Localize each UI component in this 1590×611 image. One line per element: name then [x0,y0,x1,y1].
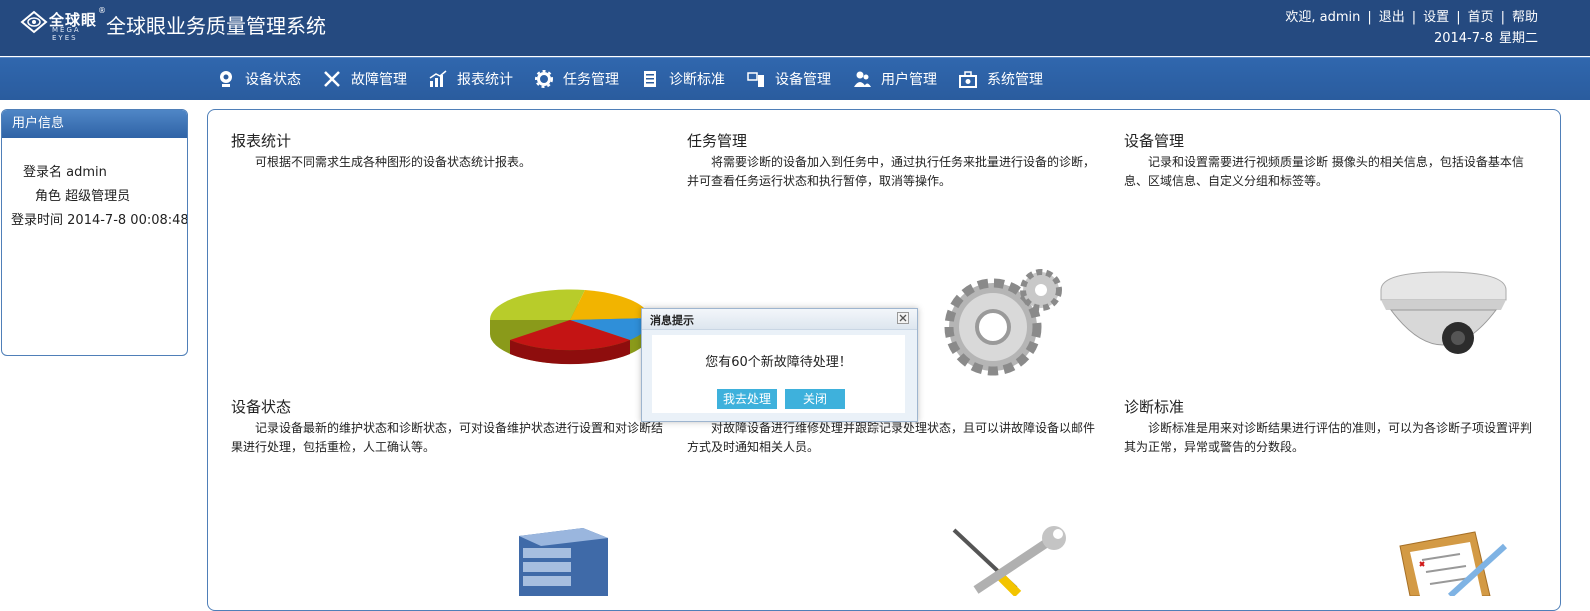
card-title: 报表统计 [231,132,292,150]
top-header: 全球眼 MEGA EYES ® 全球眼业务质量管理系统 欢迎, admin | 退出… [0,0,1590,56]
book-icon [644,71,656,87]
login-name-row: 登录名 admin [23,161,107,180]
logo-subtext: MEGA EYES [52,26,81,42]
close-icon[interactable] [897,312,909,324]
nav-item-label: 故障管理 [351,72,407,88]
role-row: 角色 超级管理员 [35,185,130,204]
dome-camera-image[interactable] [1376,270,1511,370]
registered-mark: ® [98,6,106,15]
nav-item-label: 任务管理 [563,72,619,88]
card-description: 将需要诊断的设备加入到任务中，通过执行任务来批量进行设备的诊断，并可查看任务运行… [687,155,1096,188]
help-link[interactable]: 帮助 [1512,10,1538,25]
card-description: 对故障设备进行维修处理并跟踪记录处理状态，且可以讲故障设备以邮件方式及时通知相关… [687,421,1096,454]
date-display: 2014-7-8 星期二 [1434,27,1538,46]
tools-icon [324,71,340,87]
card-description: 可根据不同需求生成各种图形的设备状态统计报表。 [255,155,532,169]
dialog-title: 消息提示 [650,314,694,327]
card-report-statistics[interactable]: 报表统计 可根据不同需求生成各种图形的设备状态统计报表。 [231,130,651,172]
card-task-management[interactable]: 任务管理 将需要诊断的设备加入到任务中，通过执行任务来批量进行设备的诊断，并可查… [687,130,1097,191]
card-title: 诊断标准 [1124,398,1185,416]
nav-item-label: 系统管理 [987,72,1043,88]
gear-icon [535,70,553,88]
welcome-text: 欢迎, admin [1285,10,1361,25]
app-title: 全球眼业务质量管理系统 [106,14,326,38]
login-name-label: 登录名 [23,165,63,180]
nav-item-task-management[interactable]: 任务管理 [535,69,619,89]
separator: | [1411,10,1417,25]
eye-logo-icon [20,10,48,34]
nav-item-user-management[interactable]: 用户管理 [853,69,937,89]
clipboard-image[interactable] [1380,526,1510,596]
card-diagnosis-standard[interactable]: 诊断标准 诊断标准是用来对诊断结果进行评估的准则，可以为各诊断子项设置评判其为正… [1124,396,1534,457]
nav-item-fault-management[interactable]: 故障管理 [323,69,407,89]
card-device-status[interactable]: 设备状态 记录设备最新的维护状态和诊断状态，可对设备维护状态进行设置和对诊断结果… [231,396,663,457]
main-nav: 设备状态 故障管理 报表统计 任务管理 诊断标准 设备管理 用户管理 系统管理 [0,57,1590,100]
wrench-screwdriver-image[interactable] [946,526,1071,596]
separator: | [1367,10,1372,25]
current-date: 2014-7-8 [1433,31,1493,46]
login-time-value: 2014-7-8 00:08:48 [67,213,188,228]
login-time-label: 登录时间 [11,213,64,228]
card-title: 设备状态 [231,398,292,416]
card-description: 记录设备最新的维护状态和诊断状态，可对设备维护状态进行设置和对诊断结果进行处理，… [231,421,664,454]
handle-now-button[interactable]: 我去处理 [717,389,777,409]
separator: | [1500,10,1505,25]
role-value: 超级管理员 [65,189,131,204]
nav-item-label: 设备管理 [775,72,831,88]
close-button[interactable]: 关闭 [785,389,845,409]
card-device-management[interactable]: 设备管理 记录和设置需要进行视频质量诊断 摄像头的相关信息，包括设备基本信息、区… [1124,130,1534,191]
dialog-titlebar: 消息提示 [642,309,917,330]
user-links: 欢迎, admin | 退出 | 设置 | 首页 | 帮助 [1285,6,1538,25]
nav-item-device-management[interactable]: 设备管理 [747,69,831,89]
app-logo: 全球眼 MEGA EYES ® [20,6,106,42]
role-label: 角色 [35,189,62,204]
nav-item-label: 诊断标准 [669,72,725,88]
separator: | [1456,10,1461,25]
nav-item-label: 用户管理 [881,72,937,88]
server-image[interactable] [513,526,608,596]
toolbox-icon [959,71,977,88]
chart-icon [429,70,447,87]
user-info-panel: 用户信息 登录名 admin 角色 超级管理员 登录时间 2014-7-8 00… [1,109,188,356]
nav-item-system-management[interactable]: 系统管理 [959,69,1043,89]
nav-item-device-status[interactable]: 设备状态 [217,69,301,89]
users-icon [854,71,871,87]
dialog-message: 您有60个新故障待处理！ [705,355,852,370]
login-time-row: 登录时间 2014-7-8 00:08:48 [11,209,188,228]
home-link[interactable]: 首页 [1468,10,1494,25]
camera-icon [747,72,764,87]
card-title: 设备管理 [1124,132,1185,150]
card-description: 记录和设置需要进行视频质量诊断 摄像头的相关信息，包括设备基本信息、区域信息、自… [1124,155,1524,188]
message-dialog: 消息提示 您有60个新故障待处理！ 我去处理 关闭 [641,308,918,422]
dialog-body: 您有60个新故障待处理！ 我去处理 关闭 [652,335,905,413]
webcam-icon [220,71,232,87]
nav-item-diagnosis-standard[interactable]: 诊断标准 [641,69,725,89]
panel-title: 用户信息 [2,110,187,138]
nav-item-report-statistics[interactable]: 报表统计 [429,69,513,89]
card-title: 任务管理 [687,132,748,150]
login-name-value: admin [66,165,107,180]
nav-item-label: 设备状态 [245,72,301,88]
gears-image[interactable] [943,265,1068,380]
settings-link[interactable]: 设置 [1423,10,1449,25]
logout-link[interactable]: 退出 [1379,10,1405,25]
current-weekday: 星期二 [1498,31,1538,46]
pie-chart-image[interactable] [490,282,660,372]
card-description: 诊断标准是用来对诊断结果进行评估的准则，可以为各诊断子项设置评判其为正常，异常或… [1124,421,1533,454]
nav-item-label: 报表统计 [457,72,513,88]
